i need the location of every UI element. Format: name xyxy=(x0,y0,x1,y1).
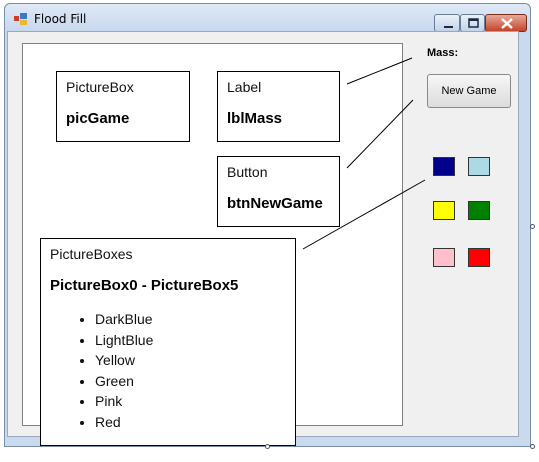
list-item: Pink xyxy=(95,391,153,412)
list-item: Green xyxy=(95,371,153,392)
annotation-pictureboxes-type: PictureBoxes xyxy=(50,246,133,262)
list-item: Yellow xyxy=(95,350,153,371)
annotation-pictureboxes: PictureBoxes PictureBox0 - PictureBox5 D… xyxy=(40,238,296,446)
annotation-label-name: lblMass xyxy=(227,110,283,127)
list-item: DarkBlue xyxy=(95,309,153,330)
annotation-button-type: Button xyxy=(227,164,268,180)
annotation-picturebox-name: picGame xyxy=(66,110,130,127)
annotation-button: Button btnNewGame xyxy=(217,156,340,227)
color-list: DarkBlue LightBlue Yellow Green Pink Red xyxy=(50,309,153,432)
list-item: Red xyxy=(95,412,153,433)
resize-grip-corner[interactable] xyxy=(530,444,535,449)
annotation-picturebox: PictureBox picGame xyxy=(56,71,190,142)
annotation-pictureboxes-name: PictureBox0 - PictureBox5 xyxy=(50,277,239,294)
list-item: LightBlue xyxy=(95,330,153,351)
resize-grip-bottom[interactable] xyxy=(265,444,270,449)
annotation-button-name: btnNewGame xyxy=(227,195,323,212)
annotation-label: Label lblMass xyxy=(217,71,340,142)
annotation-label-type: Label xyxy=(227,79,262,95)
annotation-picturebox-type: PictureBox xyxy=(66,79,134,95)
resize-grip-right[interactable] xyxy=(530,224,535,229)
